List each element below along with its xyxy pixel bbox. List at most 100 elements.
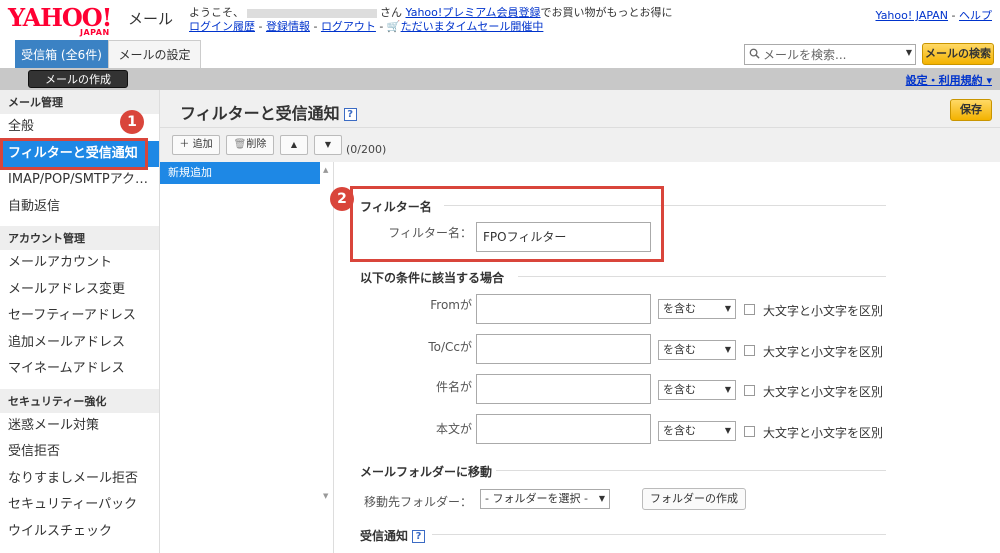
case-sensitive-label: 大文字と小文字を区別 [763, 426, 884, 440]
condition-tocc-select[interactable]: を含む ▼ [658, 340, 736, 360]
case-sensitive-checkbox[interactable] [744, 345, 755, 356]
condition-body-input[interactable] [476, 414, 651, 444]
logo-text: YAHOO! [8, 3, 112, 32]
login-history-link[interactable]: ログイン履歴 [189, 20, 255, 33]
move-up-button[interactable]: ▲ [280, 135, 308, 155]
filter-list: 新規追加 ▲ ▼ [160, 162, 334, 553]
top-links: Yahoo! JAPAN - ヘルプ [875, 7, 992, 23]
cart-icon: 🛒 [386, 20, 401, 33]
filter-toolbar: ＋ 追加 🗑削除 ▲ ▼ (0/200) [160, 128, 1000, 162]
compose-button[interactable]: メールの作成 [28, 70, 128, 88]
sidebar-item-security-pack[interactable]: セキュリティーパック [0, 492, 159, 519]
sidebar-item-spoof[interactable]: なりすましメール拒否 [0, 466, 159, 493]
case-sensitive-checkbox[interactable] [744, 426, 755, 437]
condition-subject-input[interactable] [476, 374, 651, 404]
save-button[interactable]: 保存 [950, 99, 992, 121]
sidebar-item-safety-address[interactable]: セーフティーアドレス [0, 303, 159, 330]
trash-icon: 🗑 [233, 139, 247, 150]
sidebar-item-imap[interactable]: IMAP/POP/SMTPアク… [0, 167, 159, 194]
premium-link[interactable]: Yahoo!プレミアム会員登録 [406, 6, 541, 19]
case-sensitive-label: 大文字と小文字を区別 [763, 385, 884, 399]
notify-heading-text: 受信通知 [360, 529, 409, 543]
search-icon [749, 48, 760, 59]
tab-inbox[interactable]: 受信箱 (全6件) [15, 40, 108, 68]
sale-link[interactable]: ただいまタイムセール開催中 [401, 20, 544, 33]
yahoo-logo[interactable]: YAHOO! JAPAN [8, 3, 120, 38]
chevron-down-icon: ▼ [724, 426, 731, 435]
condition-from-label: Fromが [430, 298, 472, 312]
delete-filter-button[interactable]: 🗑削除 [226, 135, 274, 155]
move-down-button[interactable]: ▼ [314, 135, 342, 155]
condition-from-input[interactable] [476, 294, 651, 324]
scroll-up-icon[interactable]: ▲ [323, 166, 328, 174]
sidebar-item-extra-address[interactable]: 追加メールアドレス [0, 330, 159, 357]
search-button[interactable]: メールの検索 [922, 43, 994, 65]
highlight-box-1 [0, 138, 148, 170]
case-sensitive-checkbox[interactable] [744, 304, 755, 315]
scroll-down-icon[interactable]: ▼ [323, 492, 328, 500]
welcome-message: ようこそ、 さん Yahoo!プレミアム会員登録でお買い物がもっとお得に ログイン… [189, 6, 673, 33]
chevron-down-icon: ▼ [598, 494, 605, 503]
sidebar-section-account: アカウント管理 [0, 226, 159, 250]
list-item[interactable]: 新規追加 [160, 162, 320, 184]
sidebar-item-mail-account[interactable]: メールアカウント [0, 250, 159, 277]
select-value: を含む [663, 424, 696, 437]
chevron-down-icon: ▼ [724, 385, 731, 394]
filter-count: (0/200) [346, 143, 387, 156]
separator: - [375, 20, 387, 33]
add-filter-button[interactable]: ＋ 追加 [172, 135, 220, 155]
search-box[interactable]: ▼ [744, 44, 916, 65]
separator: - [255, 20, 266, 33]
chevron-down-icon: ▼ [724, 304, 731, 313]
plus-icon: ＋ [179, 139, 190, 150]
tab-settings[interactable]: メールの設定 [108, 40, 201, 68]
sidebar-item-myname-address[interactable]: マイネームアドレス [0, 356, 159, 383]
action-bar: メールの作成 設定・利用規約 ▾ [0, 68, 1000, 90]
settings-terms-link[interactable]: 設定・利用規約 ▾ [906, 72, 992, 88]
move-folder-label: 移動先フォルダー： [363, 495, 472, 509]
yahoo-japan-link[interactable]: Yahoo! JAPAN [875, 9, 948, 22]
logout-link[interactable]: ログアウト [321, 20, 376, 33]
condition-body-select[interactable]: を含む ▼ [658, 421, 736, 441]
conditions-heading: 以下の条件に該当する場合 [360, 271, 505, 285]
service-name: メール [128, 10, 174, 28]
divider [432, 534, 886, 535]
create-folder-button[interactable]: フォルダーの作成 [642, 488, 746, 510]
divider [518, 276, 886, 277]
registration-link[interactable]: 登録情報 [266, 20, 310, 33]
select-value: を含む [663, 302, 696, 315]
case-sensitive-label: 大文字と小文字を区別 [763, 304, 884, 318]
add-label: 追加 [192, 139, 213, 150]
scrollbar[interactable]: ▲ ▼ [320, 162, 333, 553]
condition-from-select[interactable]: を含む ▼ [658, 299, 736, 319]
move-folder-heading: メールフォルダーに移動 [360, 465, 493, 479]
condition-tocc-input[interactable] [476, 334, 651, 364]
username-redacted [247, 8, 377, 18]
delete-label: 削除 [246, 139, 267, 150]
chevron-down-icon[interactable]: ▼ [906, 48, 912, 57]
sidebar-item-auto-reply[interactable]: 自動返信 [0, 194, 159, 221]
case-sensitive-checkbox[interactable] [744, 385, 755, 396]
condition-subject-select[interactable]: を含む ▼ [658, 380, 736, 400]
chevron-down-icon: ▼ [724, 345, 731, 354]
search-input[interactable] [763, 46, 901, 63]
folder-select[interactable]: - フォルダーを選択 - ▼ [480, 489, 610, 509]
sidebar-item-virus-check[interactable]: ウイルスチェック [0, 519, 159, 546]
condition-body-label: 本文が [435, 422, 472, 436]
annotation-badge-2: 2 [330, 187, 354, 211]
select-value: - フォルダーを選択 - [485, 492, 588, 505]
separator: - [948, 9, 959, 22]
tabs-bar: 受信箱 (全6件) メールの設定 ▼ メールの検索 [0, 40, 1000, 68]
help-link[interactable]: ヘルプ [959, 9, 992, 22]
divider [496, 470, 886, 471]
premium-tail: でお買い物がもっとお得に [540, 6, 673, 19]
chevron-down-icon: ▾ [986, 74, 992, 87]
help-icon[interactable]: ? [343, 108, 357, 121]
welcome-prefix: ようこそ、 [189, 6, 244, 19]
sidebar-item-spam[interactable]: 迷惑メール対策 [0, 413, 159, 440]
header: YAHOO! JAPAN メール ようこそ、 さん Yahoo!プレミアム会員登録… [0, 0, 1000, 40]
help-icon[interactable]: ? [412, 530, 426, 543]
sidebar-item-block[interactable]: 受信拒否 [0, 439, 159, 466]
sidebar-item-address-change[interactable]: メールアドレス変更 [0, 277, 159, 304]
sidebar-section-security: セキュリティー強化 [0, 388, 159, 413]
